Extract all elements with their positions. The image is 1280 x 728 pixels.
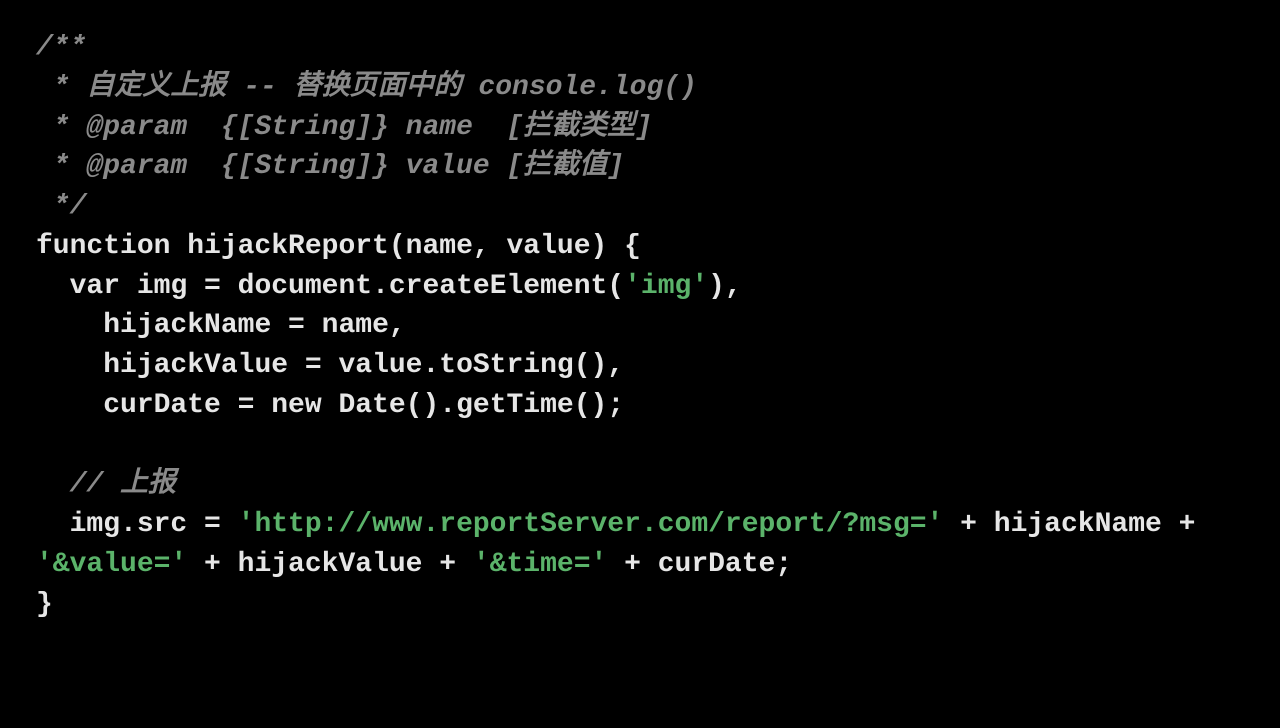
doc-comment-open: /** bbox=[36, 32, 86, 63]
code-text: ), bbox=[708, 271, 742, 302]
function-signature: hijackReport(name, value) { bbox=[170, 231, 640, 262]
doc-comment-close: */ bbox=[36, 191, 86, 222]
doc-comment-prefix: * bbox=[36, 112, 86, 143]
doc-comment-line-1: * 自定义上报 -- 替换页面中的 console.log() bbox=[36, 72, 697, 103]
doc-comment-line-2: * @param {[String]} name [拦截类型] bbox=[36, 112, 652, 143]
string-literal: '&value=' bbox=[36, 549, 187, 580]
doc-comment-prefix: * bbox=[36, 151, 86, 182]
code-text: img.src = bbox=[36, 509, 238, 540]
doc-comment-text: 自定义上报 -- 替换页面中的 console.log() bbox=[86, 72, 696, 103]
code-text: img = document.createElement( bbox=[120, 271, 624, 302]
code-text: curDate = bbox=[36, 390, 271, 421]
function-decl: function hijackReport(name, value) { bbox=[36, 231, 641, 262]
doc-comment-prefix: * bbox=[36, 72, 86, 103]
function-close: } bbox=[36, 589, 53, 620]
keyword-new: new bbox=[271, 390, 321, 421]
keyword-var: var bbox=[70, 271, 120, 302]
code-text: + curDate; bbox=[607, 549, 792, 580]
comment-text: // 上报 bbox=[70, 469, 176, 500]
jsdoc-param-desc: {[String]} name [拦截类型] bbox=[187, 112, 652, 143]
code-text: + hijackName + bbox=[943, 509, 1212, 540]
code-text: + hijackValue + bbox=[187, 549, 473, 580]
var-decl-line: var img = document.createElement('img'), bbox=[36, 271, 742, 302]
doc-comment-line-3: * @param {[String]} value [拦截值] bbox=[36, 151, 624, 182]
inline-comment: // 上报 bbox=[36, 469, 176, 500]
indent bbox=[36, 271, 70, 302]
hijack-name-line: hijackName = name, bbox=[36, 310, 406, 341]
jsdoc-param-desc: {[String]} value [拦截值] bbox=[187, 151, 624, 182]
jsdoc-param-tag: @param bbox=[86, 112, 187, 143]
string-literal: 'img' bbox=[624, 271, 708, 302]
cur-date-line: curDate = new Date().getTime(); bbox=[36, 390, 624, 421]
code-block: /** * 自定义上报 -- 替换页面中的 console.log() * @p… bbox=[0, 0, 1280, 652]
indent bbox=[36, 469, 70, 500]
code-text: Date().getTime(); bbox=[322, 390, 624, 421]
string-literal: 'http://www.reportServer.com/report/?msg… bbox=[238, 509, 944, 540]
keyword-function: function bbox=[36, 231, 170, 262]
jsdoc-param-tag: @param bbox=[86, 151, 187, 182]
string-literal: '&time=' bbox=[473, 549, 607, 580]
hijack-value-line: hijackValue = value.toString(), bbox=[36, 350, 624, 381]
img-src-line: img.src = 'http://www.reportServer.com/r… bbox=[36, 509, 1212, 580]
